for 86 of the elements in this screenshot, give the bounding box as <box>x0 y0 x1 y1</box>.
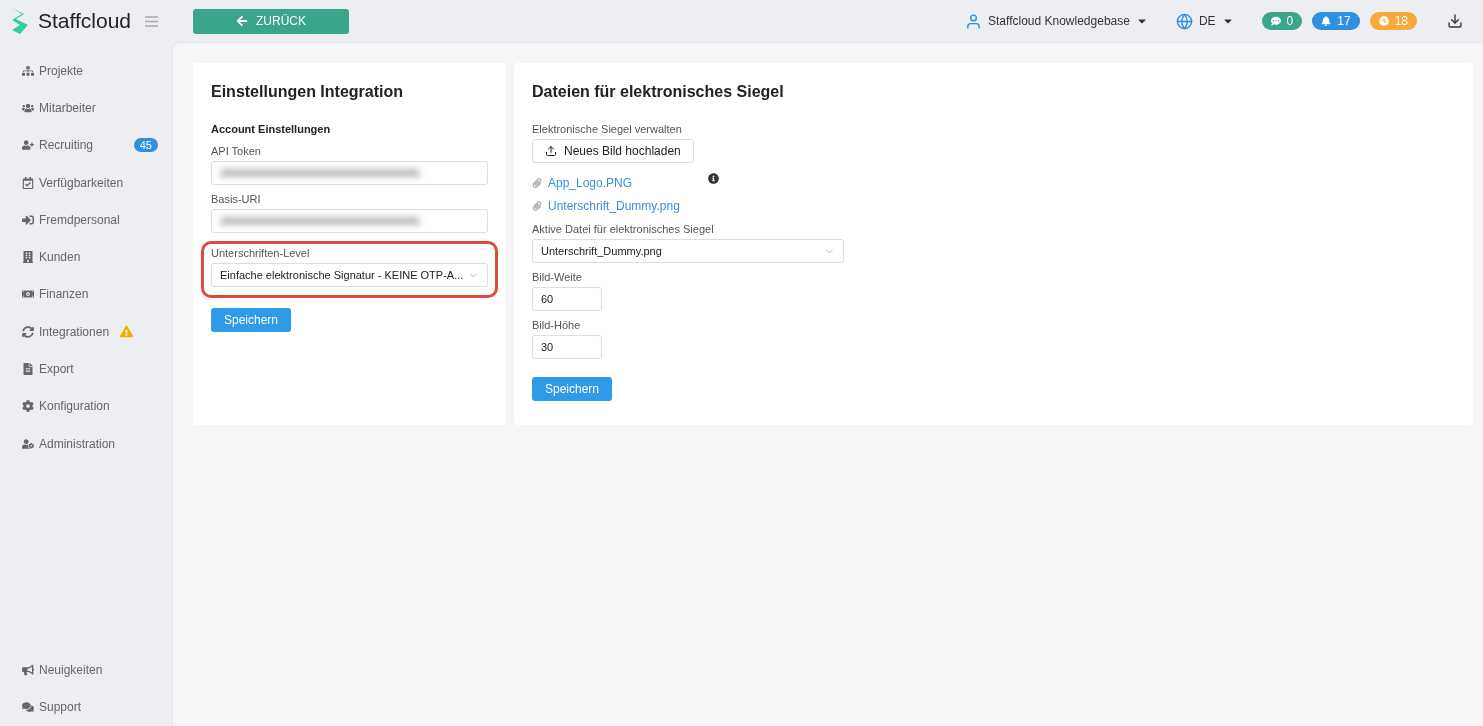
arrow-left-icon <box>236 15 248 27</box>
menu-icon[interactable] <box>145 15 158 27</box>
save-button[interactable]: Speichern <box>211 308 292 332</box>
megaphone-icon <box>22 664 34 677</box>
item-label: Fremdpersonal <box>39 212 120 227</box>
sidebar-item[interactable]: Projekte <box>22 52 172 90</box>
input-field[interactable]: 60 <box>532 287 602 311</box>
item-label: Support <box>39 700 82 715</box>
save-button[interactable]: Speichern <box>532 377 613 401</box>
field-label: API Token <box>211 145 262 157</box>
user-plus-icon <box>22 139 34 152</box>
sidebar-item[interactable]: Kunden <box>22 238 172 276</box>
back-button[interactable]: ZURÜCK <box>193 8 349 34</box>
badge-count: 18 <box>1394 14 1408 28</box>
download-icon[interactable] <box>1447 13 1463 29</box>
account-dropdown[interactable]: Staffcloud Knowledgebase <box>965 12 1148 30</box>
item-label: Integrationen <box>39 324 110 339</box>
item-label: Administration <box>39 436 116 451</box>
badge-count: 0 <box>1286 14 1294 28</box>
gear-icon <box>22 400 34 413</box>
banknote-icon <box>22 288 34 301</box>
field-label: Bild-Weite <box>532 271 582 283</box>
counter-badge[interactable]: 0 <box>1261 12 1303 30</box>
file-icon <box>22 363 34 375</box>
brand-name: Staffcloud <box>38 9 131 33</box>
file-link[interactable]: Unterschrift_Dummy.png <box>548 198 680 213</box>
input-field[interactable]: 30 <box>532 335 602 359</box>
card-title: Einstellungen Integration <box>211 83 403 101</box>
sign-in-icon <box>22 213 34 226</box>
field-label: Basis-URI <box>211 193 262 205</box>
card-title: Dateien für elektronisches Siegel <box>532 83 784 101</box>
field-label: Unterschriften-Level <box>211 247 311 259</box>
item-label: Verfügbarkeiten <box>39 175 124 190</box>
item-label: Projekte <box>39 63 84 78</box>
select-field[interactable]: Einfache elektronische Signatur - KEINE OTP-A... <box>211 263 488 287</box>
paperclip-icon <box>532 200 542 211</box>
input-field[interactable] <box>211 161 488 185</box>
user-gear-icon <box>22 437 34 450</box>
bell-icon <box>1321 16 1332 26</box>
item-label: Konfiguration <box>39 399 110 414</box>
item-label: Mitarbeiter <box>39 100 96 115</box>
sidebar-item[interactable]: Fremdpersonal <box>22 201 172 239</box>
field-label: Aktive Datei für elektronisches Siegel <box>532 223 714 235</box>
sidebar-item[interactable]: Export <box>22 350 172 388</box>
building-icon <box>22 251 34 264</box>
sidebar-item[interactable]: Neuigkeiten <box>22 651 172 689</box>
sync-icon <box>22 325 34 338</box>
account-name: Staffcloud Knowledgebase <box>988 14 1130 28</box>
section-heading: Account Einstellungen <box>211 123 331 135</box>
language-dropdown[interactable]: DE <box>1175 12 1234 30</box>
sitemap-icon <box>22 64 34 77</box>
user-icon <box>965 12 983 30</box>
item-label: Neuigkeiten <box>39 663 103 678</box>
badge-count: 17 <box>1337 14 1351 28</box>
sidebar-item[interactable]: Administration <box>22 424 172 463</box>
language-code: DE <box>1198 14 1216 28</box>
sidebar-item[interactable]: Integrationen <box>22 313 172 351</box>
item-label: Export <box>39 362 74 376</box>
field-label: Elektronische Siegel verwalten <box>532 123 682 135</box>
input-field[interactable] <box>211 209 488 233</box>
chat-icon <box>1270 16 1281 26</box>
sidebar-item[interactable]: Recruiting 45 <box>22 126 172 164</box>
globe-icon <box>1175 12 1193 30</box>
sidebar-item[interactable]: Verfügbarkeiten <box>22 163 172 202</box>
logo-icon <box>10 6 30 36</box>
field-label: Bild-Höhe <box>532 319 581 331</box>
item-label: Kunden <box>39 250 81 265</box>
clock-icon <box>1378 16 1389 26</box>
file-link[interactable]: App_Logo.PNG <box>548 175 633 190</box>
users-icon <box>22 101 34 114</box>
chat-bubbles-icon <box>22 701 34 714</box>
sidebar-item[interactable]: Finanzen <box>22 275 172 314</box>
item-label: Recruiting <box>39 138 94 153</box>
sidebar-item[interactable]: Konfiguration <box>22 387 172 425</box>
count-badge: 45 <box>133 138 158 153</box>
counter-badge[interactable]: 17 <box>1312 12 1360 30</box>
calendar-icon <box>22 176 34 189</box>
select-field[interactable]: Unterschrift_Dummy.png <box>532 239 844 263</box>
sidebar-item[interactable]: Mitarbeiter <box>22 89 172 127</box>
item-label: Finanzen <box>39 287 89 302</box>
paperclip-icon <box>532 177 542 188</box>
download-glyph <box>1447 13 1463 29</box>
info-icon <box>708 173 719 184</box>
sidebar-item[interactable]: Support <box>22 688 172 726</box>
upload-icon <box>545 145 557 157</box>
upload-button[interactable]: Neues Bild hochladen <box>532 139 694 163</box>
